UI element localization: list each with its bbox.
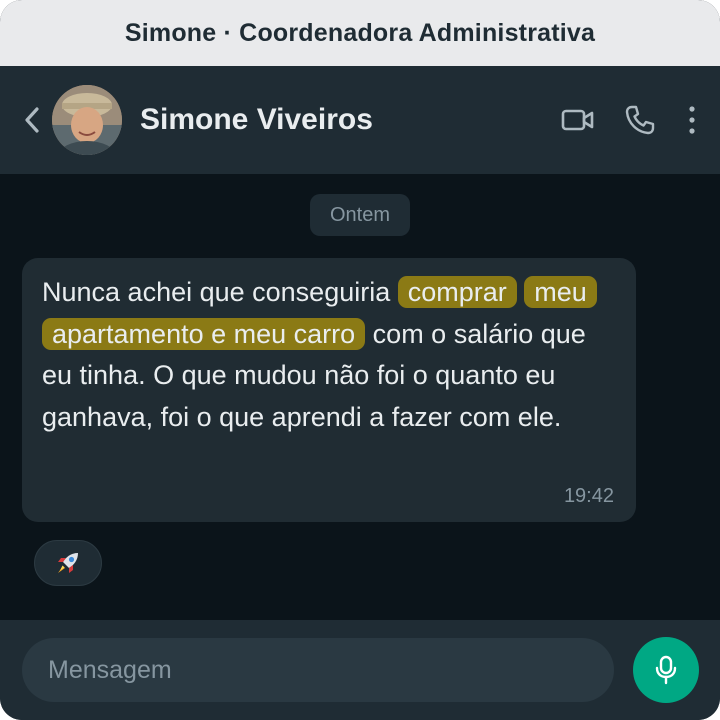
window-title: Simone · Coordenadora Administrativa — [0, 0, 720, 66]
more-options-icon[interactable] — [682, 100, 702, 140]
message-text-start: Nunca achei que conseguiria — [42, 277, 398, 307]
voice-call-icon[interactable] — [620, 100, 660, 140]
microphone-button[interactable] — [633, 637, 699, 703]
chat-header: Simone Viveiros — [0, 66, 720, 174]
message-text: Nunca achei que conseguiria comprar meu … — [42, 272, 622, 438]
avatar[interactable] — [52, 85, 122, 155]
back-chevron-icon[interactable] — [18, 106, 46, 134]
message-bubble[interactable]: Nunca achei que conseguiria comprar meu … — [22, 258, 636, 522]
chat-area[interactable]: Ontem Nunca achei que conseguiria compra… — [0, 174, 720, 620]
message-input[interactable]: Mensagem — [22, 638, 614, 702]
reaction-badge[interactable] — [34, 540, 102, 586]
app-window: Simone · Coordenadora Administrativa Sim… — [0, 0, 720, 720]
date-separator: Ontem — [310, 194, 410, 236]
rocket-icon — [58, 553, 78, 573]
video-call-icon[interactable] — [558, 100, 598, 140]
contact-name[interactable]: Simone Viveiros — [140, 103, 536, 137]
message-time: 19:42 — [563, 485, 614, 507]
highlight-phrase-1: comprar — [397, 276, 517, 308]
microphone-icon — [655, 655, 677, 685]
composer-bar: Mensagem — [0, 620, 720, 720]
